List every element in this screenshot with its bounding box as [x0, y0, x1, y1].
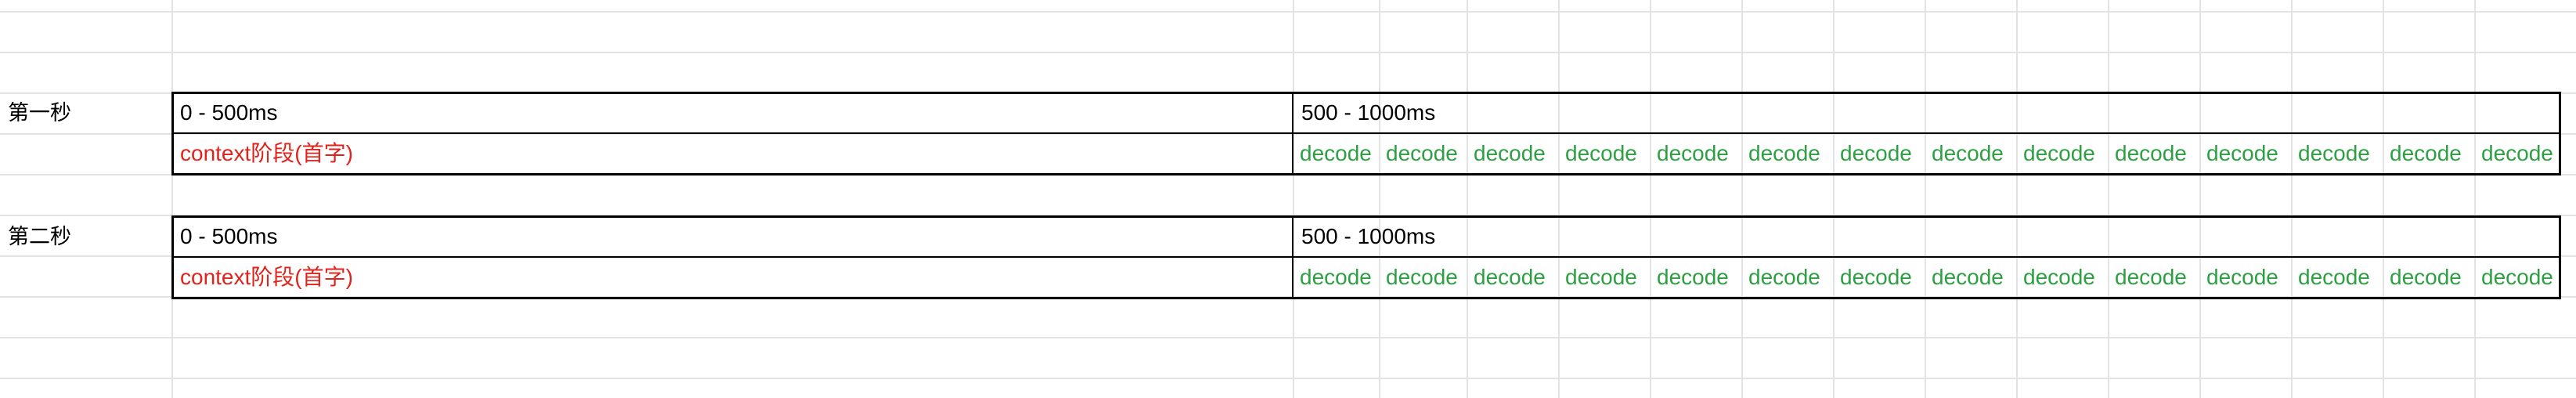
cell-decode[interactable]: decode: [2017, 133, 2109, 174]
cell-decode[interactable]: decode: [2017, 257, 2109, 298]
row-label-second-second[interactable]: 第二秒: [8, 216, 71, 257]
cell-decode[interactable]: decode: [1559, 257, 1651, 298]
table-border-top: [171, 92, 2561, 94]
cell-decode[interactable]: decode: [1293, 133, 1380, 174]
grid-col-line: [2108, 0, 2109, 398]
cell-context-stage[interactable]: context阶段(首字): [172, 257, 1293, 298]
cell-decode[interactable]: decode: [1834, 133, 1925, 174]
grid-row-line: [0, 52, 2576, 53]
grid-row-line: [0, 337, 2576, 338]
table-border-bottom: [171, 297, 2561, 299]
cell-decode[interactable]: decode: [2475, 257, 2560, 298]
cell-decode[interactable]: decode: [1651, 257, 1742, 298]
table-border-divider: [1292, 215, 1293, 299]
grid-col-line: [2199, 0, 2201, 398]
grid-col-line: [1833, 0, 1835, 398]
cell-range-500-1000[interactable]: 500 - 1000ms: [1293, 216, 2560, 257]
table-border-top: [171, 215, 2561, 218]
cell-decode[interactable]: decode: [2383, 257, 2475, 298]
grid-col-line: [171, 0, 173, 398]
cell-decode[interactable]: decode: [1559, 133, 1651, 174]
cell-decode[interactable]: decode: [1467, 257, 1559, 298]
spreadsheet-grid: [0, 0, 2576, 398]
cell-decode[interactable]: decode: [1742, 133, 1834, 174]
cell-decode[interactable]: decode: [2200, 257, 2292, 298]
cell-decode[interactable]: decode: [1925, 133, 2017, 174]
cell-decode[interactable]: decode: [2292, 133, 2383, 174]
grid-col-line: [1558, 0, 1560, 398]
table-border-middle: [171, 132, 2561, 134]
grid-col-line: [2474, 0, 2476, 398]
table-border-bottom: [171, 173, 2561, 175]
grid-col-line: [2383, 0, 2384, 398]
cell-context-stage[interactable]: context阶段(首字): [172, 133, 1293, 174]
grid-col-line: [1379, 0, 1380, 398]
grid-row-line: [0, 378, 2576, 379]
cell-range-500-1000[interactable]: 500 - 1000ms: [1293, 92, 2560, 133]
cell-decode[interactable]: decode: [1467, 133, 1559, 174]
cell-decode[interactable]: decode: [2109, 257, 2200, 298]
grid-col-line: [1293, 0, 1294, 398]
cell-decode[interactable]: decode: [2200, 133, 2292, 174]
cell-decode[interactable]: decode: [2383, 133, 2475, 174]
cell-range-0-500[interactable]: 0 - 500ms: [172, 92, 1293, 133]
grid-col-line: [1467, 0, 1468, 398]
grid-col-line: [2291, 0, 2293, 398]
table-border-middle: [171, 256, 2561, 258]
table-border-left: [171, 215, 174, 299]
table-border-left: [171, 92, 174, 175]
cell-decode[interactable]: decode: [2475, 133, 2560, 174]
table-border-right: [2559, 215, 2561, 299]
cell-decode[interactable]: decode: [1380, 133, 1467, 174]
cell-decode[interactable]: decode: [1834, 257, 1925, 298]
grid-col-line: [1925, 0, 1926, 398]
grid-col-line: [1650, 0, 1651, 398]
cell-decode[interactable]: decode: [1925, 257, 2017, 298]
table-border-divider: [1292, 92, 1293, 175]
table-border-right: [2559, 92, 2561, 175]
cell-decode[interactable]: decode: [1742, 257, 1834, 298]
grid-row-line: [0, 11, 2576, 13]
cell-decode[interactable]: decode: [1293, 257, 1380, 298]
cell-range-0-500[interactable]: 0 - 500ms: [172, 216, 1293, 257]
cell-decode[interactable]: decode: [2292, 257, 2383, 298]
grid-col-line: [2016, 0, 2018, 398]
cell-decode[interactable]: decode: [1380, 257, 1467, 298]
cell-decode[interactable]: decode: [1651, 133, 1742, 174]
grid-col-line: [1741, 0, 1743, 398]
row-label-first-second[interactable]: 第一秒: [8, 92, 71, 133]
cell-decode[interactable]: decode: [2109, 133, 2200, 174]
